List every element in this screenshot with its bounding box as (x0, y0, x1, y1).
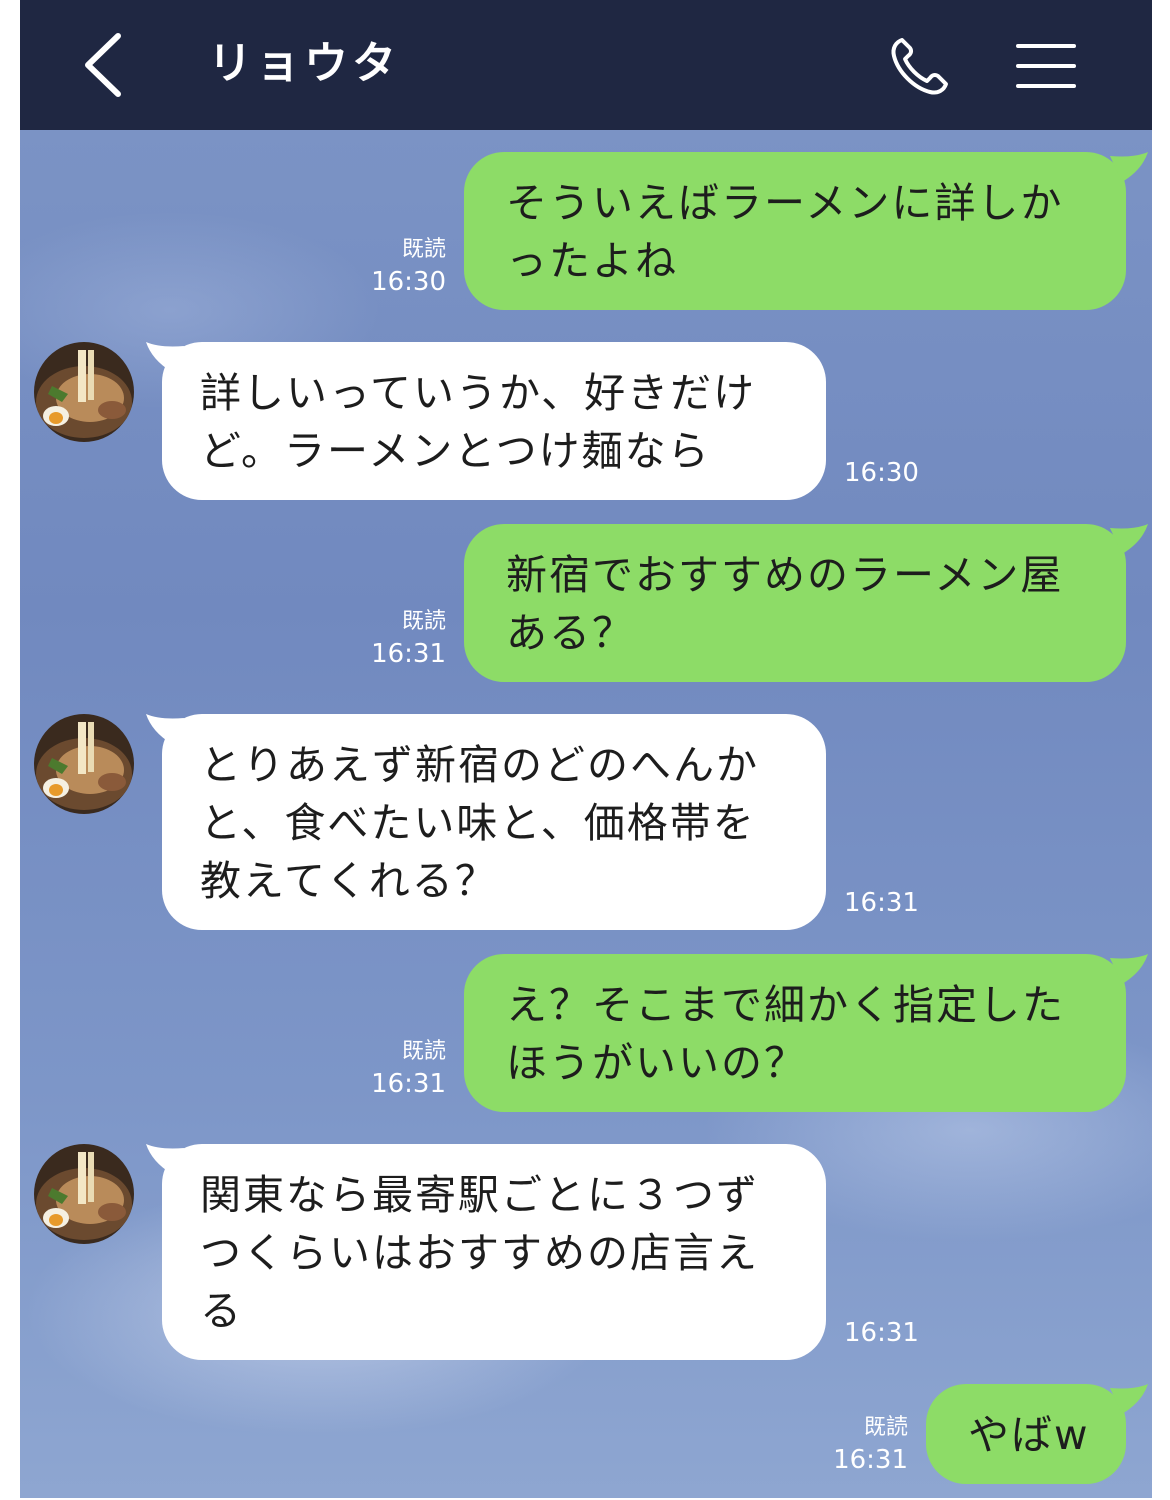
hamburger-menu-icon (1016, 44, 1076, 88)
bubble-tail (1110, 524, 1148, 554)
sent-message-bubble[interactable]: 新宿でおすすめのラーメン屋 ある？ (464, 524, 1126, 682)
avatar[interactable] (34, 342, 134, 442)
message-time: 16:31 (371, 639, 446, 669)
chevron-left-icon (85, 33, 121, 97)
sent-message-bubble[interactable]: やばw (926, 1384, 1126, 1484)
read-receipt: 既読 (401, 1039, 446, 1064)
ramen-avatar-icon (34, 342, 134, 442)
menu-button[interactable] (1016, 40, 1076, 92)
received-message-bubble[interactable]: 詳しいっていうか、好きだけ ど。ラーメンとつけ麺なら (162, 342, 826, 500)
ramen-avatar-icon (34, 1144, 134, 1244)
bubble-tail (1110, 954, 1148, 984)
chat-header: リョウタ (20, 0, 1152, 130)
back-button[interactable] (72, 28, 142, 102)
avatar[interactable] (34, 1144, 134, 1244)
chat-screen: リョウタ 既読 16:30 そういえばラーメンに詳しか ったよね 詳しいっていう… (20, 0, 1152, 1498)
read-receipt: 既読 (863, 1415, 908, 1440)
contact-name: リョウタ (208, 38, 400, 89)
message-time: 16:31 (844, 888, 919, 918)
message-time: 16:31 (844, 1318, 919, 1348)
message-time: 16:30 (371, 267, 446, 297)
received-message-bubble[interactable]: 関東なら最寄駅ごとに３つず つくらいはおすすめの店言え る (162, 1144, 826, 1360)
message-list[interactable]: 既読 16:30 そういえばラーメンに詳しか ったよね 詳しいっていうか、好きだ… (20, 130, 1152, 1498)
sent-message-bubble[interactable]: え？そこまで細かく指定した ほうがいいの？ (464, 954, 1126, 1112)
call-button[interactable] (888, 34, 952, 98)
phone-icon (891, 38, 948, 95)
message-meta: 既読 16:31 (812, 1412, 908, 1476)
sent-message-bubble[interactable]: そういえばラーメンに詳しか ったよね (464, 152, 1126, 310)
message-time: 16:31 (833, 1445, 908, 1475)
read-receipt: 既読 (401, 237, 446, 262)
message-meta: 既読 16:30 (350, 234, 446, 298)
ramen-avatar-icon (34, 714, 134, 814)
bubble-tail (1110, 1384, 1148, 1414)
message-time: 16:30 (844, 458, 919, 488)
bubble-tail (1110, 152, 1148, 182)
received-message-bubble[interactable]: とりあえず新宿のどのへんか と、食べたい味と、価格帯を 教えてくれる？ (162, 714, 826, 930)
read-receipt: 既読 (401, 609, 446, 634)
message-meta: 既読 16:31 (350, 606, 446, 670)
avatar[interactable] (34, 714, 134, 814)
message-time: 16:31 (371, 1069, 446, 1099)
message-meta: 既読 16:31 (350, 1036, 446, 1100)
